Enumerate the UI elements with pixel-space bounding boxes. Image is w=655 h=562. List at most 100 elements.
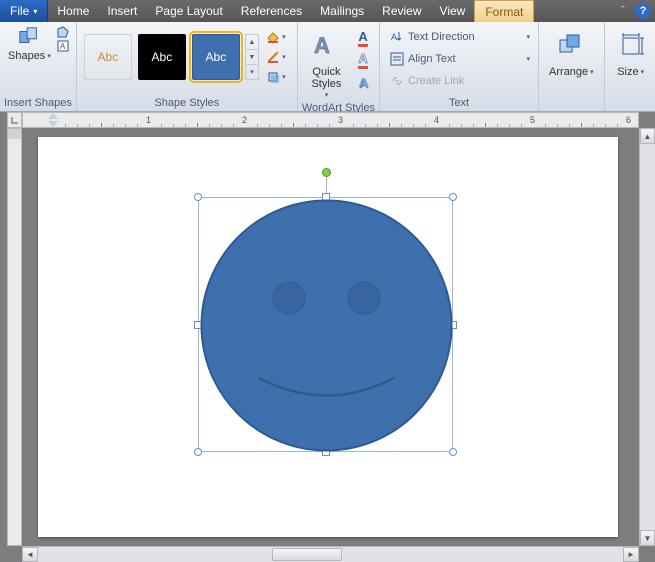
gallery-up-icon[interactable]: ▲ — [246, 35, 258, 50]
tab-label: Format — [485, 5, 523, 19]
svg-text:A: A — [60, 42, 66, 51]
gallery-down-icon[interactable]: ▼ — [246, 50, 258, 65]
text-effects-icon: A — [358, 75, 367, 90]
tab-references[interactable]: References — [232, 0, 311, 22]
tab-label: References — [241, 4, 302, 18]
size-icon — [617, 32, 645, 60]
group-label — [543, 95, 600, 111]
label: Create Link — [408, 75, 464, 87]
smiley-face-shape[interactable] — [199, 198, 454, 453]
group-size: Size▾ — [605, 22, 655, 111]
dropdown-icon: ▾ — [282, 73, 286, 81]
tab-home[interactable]: Home — [48, 0, 98, 22]
rotation-handle[interactable] — [322, 168, 331, 177]
tab-review[interactable]: Review — [373, 0, 430, 22]
group-label: Insert Shapes — [4, 95, 72, 111]
group-label — [609, 95, 653, 111]
tab-label: Mailings — [320, 4, 364, 18]
text-box-icon[interactable]: A — [57, 40, 69, 52]
dropdown-icon: ▾ — [590, 68, 594, 76]
tab-label: Home — [57, 4, 89, 18]
minimize-ribbon-icon[interactable]: ˆ — [615, 3, 631, 19]
create-link-button: Create Link — [388, 70, 530, 92]
page — [38, 137, 618, 537]
scroll-right-button[interactable]: ► — [623, 547, 639, 562]
label: Arrange — [549, 66, 588, 78]
scroll-up-button[interactable]: ▲ — [640, 128, 655, 144]
align-text-button[interactable]: Align Text ▾ — [388, 48, 530, 70]
file-tab-label: File — [10, 4, 29, 18]
shape-outline-button[interactable]: ▾ — [261, 48, 291, 66]
scroll-left-button[interactable]: ◄ — [22, 547, 38, 562]
style-swatch-2[interactable]: Abc — [138, 34, 186, 80]
effects-icon — [266, 70, 280, 84]
tab-page-layout[interactable]: Page Layout — [146, 0, 231, 22]
tab-label: Review — [382, 4, 421, 18]
shape-fill-button[interactable]: ▾ — [261, 28, 291, 46]
tab-insert[interactable]: Insert — [98, 0, 146, 22]
link-icon — [390, 74, 404, 88]
tab-view[interactable]: View — [431, 0, 475, 22]
quick-styles-button[interactable]: A Quick Styles▾ — [302, 24, 351, 100]
text-effects-button[interactable]: A — [353, 72, 373, 92]
dropdown-icon: ▾ — [47, 52, 51, 60]
group-label: Text — [384, 95, 534, 111]
shape-effects-button[interactable]: ▾ — [261, 68, 291, 86]
dropdown-icon: ▾ — [641, 68, 645, 76]
dropdown-icon: ▾ — [282, 53, 286, 61]
tab-label: View — [440, 4, 466, 18]
label: Text Direction — [408, 31, 475, 43]
label: Align Text — [408, 53, 456, 65]
edit-shape-icon[interactable] — [57, 26, 69, 38]
ruler-corner[interactable] — [7, 112, 22, 128]
label: Size — [617, 66, 638, 78]
shapes-label: Shapes — [8, 50, 45, 62]
arrange-button[interactable]: Arrange▾ — [543, 24, 600, 78]
vertical-scrollbar[interactable]: ▲ ▼ — [639, 128, 655, 546]
align-text-icon — [390, 52, 404, 66]
file-tab-dropdown-icon: ▾ — [33, 7, 37, 16]
group-text: A Text Direction ▾ Align Text ▾ Create L… — [380, 22, 539, 111]
shapes-icon — [18, 26, 40, 48]
text-direction-button[interactable]: A Text Direction ▾ — [388, 26, 530, 48]
style-swatch-1[interactable]: Abc — [84, 34, 132, 80]
label: Quick Styles — [308, 66, 345, 90]
text-outline-button[interactable]: A — [353, 50, 373, 70]
tab-mailings[interactable]: Mailings — [311, 0, 373, 22]
outline-icon — [266, 50, 280, 64]
document-area[interactable] — [23, 129, 639, 546]
style-swatch-3-selected[interactable]: Abc — [192, 34, 240, 80]
group-label: Shape Styles — [81, 95, 293, 111]
dropdown-icon: ▾ — [527, 33, 531, 41]
tab-stop-icon — [10, 115, 20, 125]
scroll-track[interactable] — [38, 547, 623, 562]
file-tab[interactable]: File ▾ — [0, 0, 48, 22]
selection-box[interactable] — [198, 197, 453, 452]
text-fill-button[interactable]: A — [353, 28, 373, 48]
scroll-down-button[interactable]: ▼ — [640, 530, 655, 546]
scroll-thumb[interactable] — [272, 548, 342, 561]
gallery-more-icon[interactable]: ▾ — [246, 65, 258, 79]
tab-label: Insert — [107, 4, 137, 18]
group-insert-shapes: Shapes▾ A Insert Shapes — [0, 22, 77, 111]
text-direction-icon: A — [390, 30, 404, 44]
tab-format-context[interactable]: Format — [474, 0, 534, 22]
group-arrange: Arrange▾ — [539, 22, 605, 111]
dropdown-icon: ▾ — [527, 55, 531, 63]
svg-text:A: A — [314, 33, 330, 58]
text-fill-icon: A — [358, 29, 367, 47]
svg-text:A: A — [391, 32, 397, 42]
dropdown-icon: ▾ — [282, 33, 286, 41]
group-wordart-styles: A Quick Styles▾ A A A WordArt Styles — [298, 22, 380, 111]
horizontal-ruler[interactable]: 123456 — [22, 112, 639, 128]
gallery-scroll: ▲ ▼ ▾ — [245, 34, 259, 80]
text-outline-icon: A — [358, 51, 367, 69]
horizontal-scrollbar[interactable]: ◄ ► — [22, 546, 639, 562]
fill-icon — [266, 30, 280, 44]
vertical-ruler[interactable] — [7, 128, 22, 546]
help-icon[interactable]: ? — [635, 3, 651, 19]
arrange-icon — [557, 32, 585, 60]
size-button[interactable]: Size▾ — [609, 24, 653, 78]
ribbon: Shapes▾ A Insert Shapes Abc Abc Abc ▲ ▼ … — [0, 22, 655, 112]
shapes-gallery-button[interactable]: Shapes▾ — [4, 24, 55, 62]
